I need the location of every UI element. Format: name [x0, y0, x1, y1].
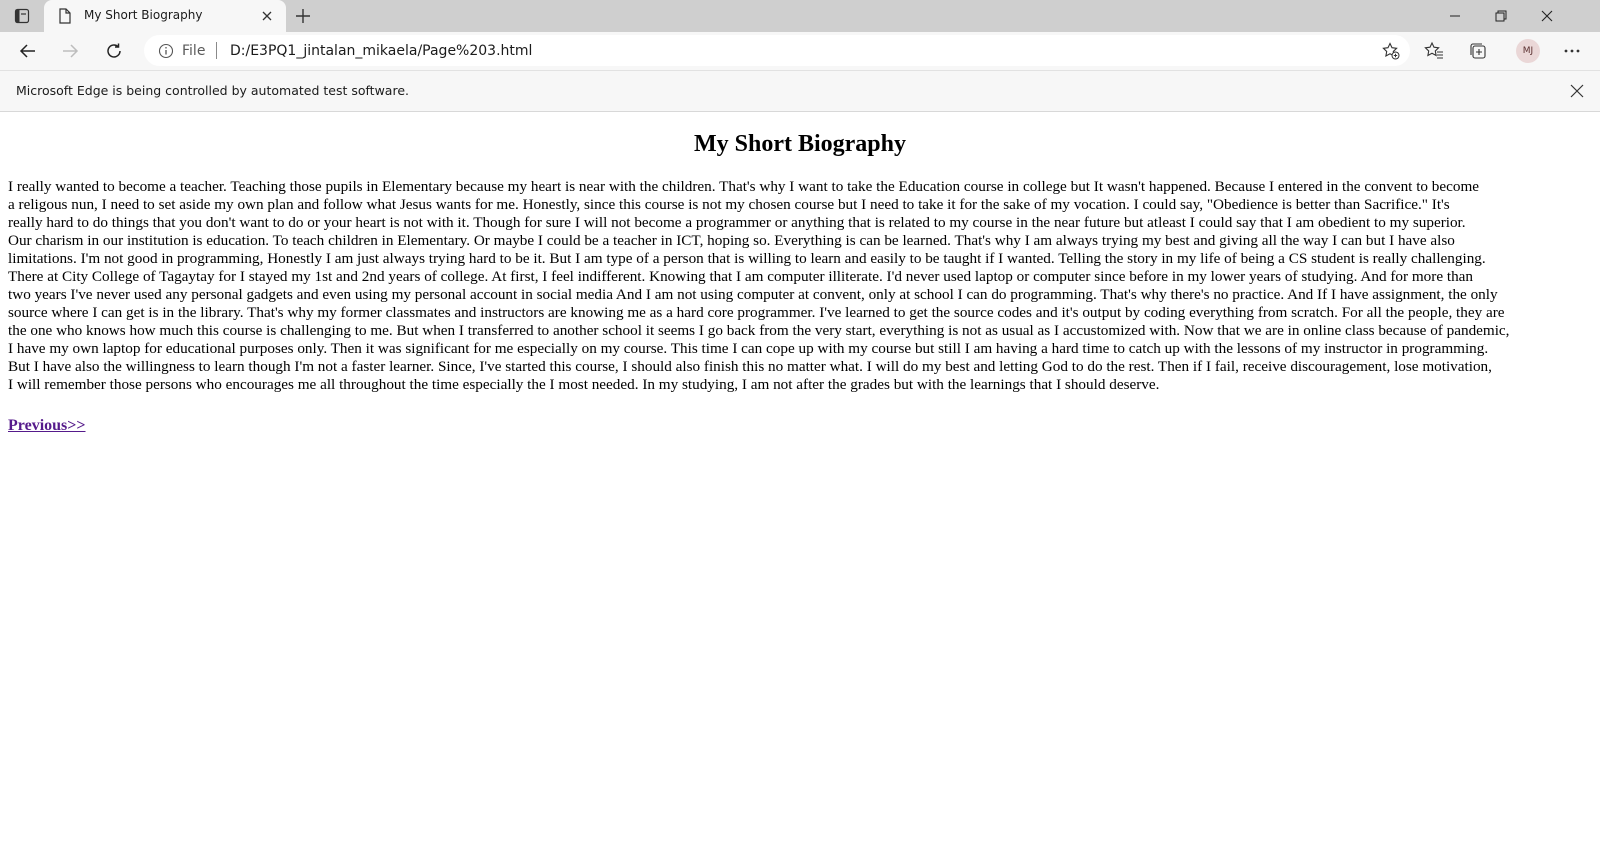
paragraph-line: I really wanted to become a teacher. Tea… — [8, 178, 1480, 195]
biography-paragraph: I really wanted to become a teacher. Tea… — [8, 178, 1596, 394]
address-toolbar: File D:/E3PQ1_jintalan_mikaela/Page%203.… — [0, 32, 1600, 70]
collections-icon[interactable] — [1468, 41, 1488, 61]
paragraph-line: two years I've never used any personal g… — [8, 286, 1498, 303]
back-icon[interactable] — [16, 39, 40, 63]
favorites-icon[interactable] — [1424, 41, 1444, 61]
forward-icon[interactable] — [58, 39, 82, 63]
close-window-icon[interactable] — [1524, 0, 1570, 32]
paragraph-line: Our charism in our institution is educat… — [8, 232, 1455, 249]
restore-icon[interactable] — [1478, 0, 1524, 32]
paragraph-line: really hard to do things that you don't … — [8, 214, 1466, 231]
previous-link[interactable]: Previous>> — [8, 417, 86, 435]
page-icon — [58, 8, 72, 24]
new-tab-icon[interactable] — [294, 7, 312, 25]
minimize-icon[interactable] — [1432, 0, 1478, 32]
infobar-message: Microsoft Edge is being controlled by au… — [16, 83, 409, 98]
add-favorite-icon[interactable] — [1382, 42, 1400, 60]
paragraph-line: the one who knows how much this course i… — [8, 322, 1510, 339]
automation-infobar: Microsoft Edge is being controlled by au… — [0, 70, 1600, 112]
tab-strip: My Short Biography — [0, 0, 1600, 32]
page-title: My Short Biography — [693, 131, 906, 157]
address-bar[interactable]: File D:/E3PQ1_jintalan_mikaela/Page%203.… — [144, 35, 1410, 66]
page-content: My Short Biography I really wanted to be… — [0, 112, 1600, 860]
address-separator — [216, 42, 217, 59]
active-tab[interactable]: My Short Biography — [44, 0, 286, 32]
paragraph-line: limitations. I'm not good in programming… — [8, 250, 1486, 267]
tab-title: My Short Biography — [84, 8, 203, 22]
tab-actions-icon[interactable] — [14, 8, 30, 24]
paragraph-line: I have my own laptop for educational pur… — [8, 340, 1489, 357]
scheme-label: File — [182, 43, 206, 59]
info-icon[interactable] — [158, 43, 174, 59]
paragraph-line: source where I can get is in the library… — [8, 304, 1505, 321]
paragraph-line: There at City College of Tagaytay for I … — [8, 268, 1474, 285]
paragraph-line: I will remember those persons who encour… — [8, 376, 1160, 393]
paragraph-line: But I have also the willingness to learn… — [8, 358, 1492, 375]
close-tab-icon[interactable] — [260, 9, 274, 23]
refresh-icon[interactable] — [102, 39, 126, 63]
close-infobar-icon[interactable] — [1570, 84, 1584, 98]
more-menu-icon[interactable] — [1562, 41, 1582, 61]
profile-avatar[interactable]: MJ — [1516, 39, 1540, 63]
paragraph-line: a religous nun, I need to set aside my o… — [8, 196, 1450, 213]
url-text[interactable]: D:/E3PQ1_jintalan_mikaela/Page%203.html — [230, 43, 532, 59]
